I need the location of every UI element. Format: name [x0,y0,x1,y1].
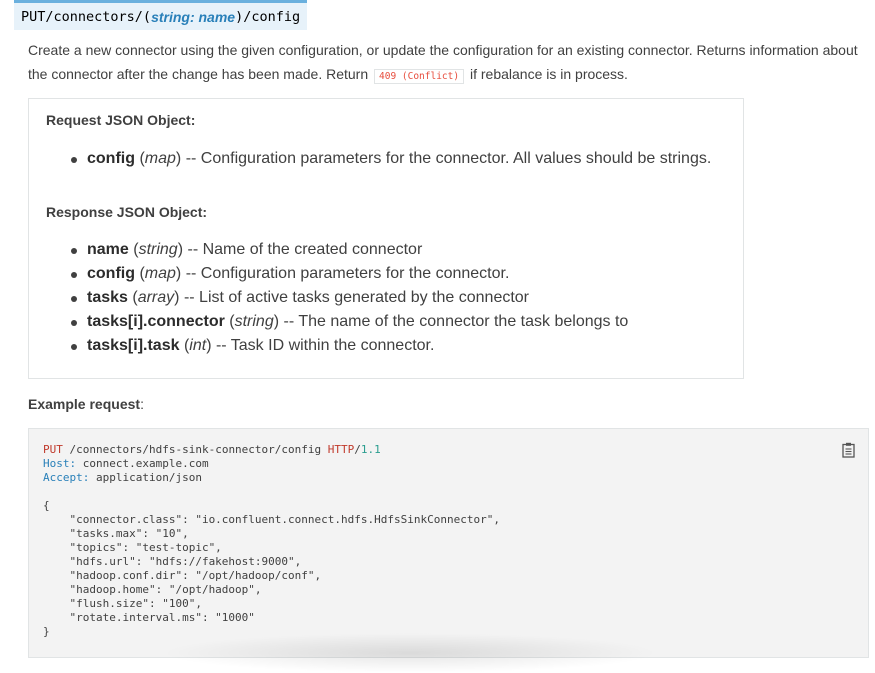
field-desc: -- Task ID within the connector. [215,337,435,354]
request-json-title: Request JSON Object: [46,112,196,128]
code-header-name: Host: [43,457,77,470]
code-line: "flush.size": "100", [43,597,202,610]
field-desc: -- The name of the connector the task be… [283,313,629,330]
example-label-colon: : [140,396,144,412]
response-field: tasks[i].task (int) -- Task ID within th… [70,334,628,358]
response-json-title: Response JSON Object: [46,204,208,220]
path-parameter: string: name [151,8,236,25]
code-close-brace: } [43,625,50,638]
field-desc: -- Configuration parameters for the conn… [185,265,510,282]
code-line: "connector.class": "io.confluent.connect… [43,513,500,526]
code-line: "rotate.interval.ms": "1000" [43,611,255,624]
example-request-label: Example request: [28,396,144,412]
overlay-shadow [160,633,660,673]
response-field-list: name (string) -- Name of the created con… [70,238,629,358]
code-line: "topics": "test-topic", [43,541,222,554]
field-type: int [189,337,207,354]
field-desc: -- Name of the created connector [187,241,423,258]
code-line: "hadoop.conf.dir": "/opt/hadoop/conf", [43,569,322,582]
code-line: "hdfs.url": "hdfs://fakehost:9000", [43,555,302,568]
response-field: config (map) -- Configuration parameters… [70,262,628,286]
code-line: "hadoop.home": "/opt/hadoop", [43,583,262,596]
code-protocol: HTTP [327,443,355,456]
field-type: string [138,241,178,258]
example-label-text: Example request [28,396,141,412]
code-line: "tasks.max": "10", [43,527,189,540]
description-text-end: if rebalance is in process. [469,66,628,82]
code-header-value: application/json [89,471,202,484]
code-open-brace: { [43,499,50,512]
field-list-box: Request JSON Object: config (map) -- Con… [28,98,744,379]
http-method: PUT [21,8,46,25]
code-http-method: PUT [43,443,63,456]
code-path: /connectors/hdfs-sink-connector/config [62,443,328,456]
field-type: map [144,150,176,167]
path-suffix: )/config [235,8,301,25]
field-type: string [234,313,274,330]
request-field: config (map) -- Configuration parameters… [70,147,712,171]
code-version: 1.1 [360,443,381,456]
field-desc: -- List of active tasks generated by the… [183,289,530,306]
field-name: config [87,150,135,167]
code-header-name: Accept: [43,471,90,484]
endpoint-description: Create a new connector using the given c… [28,38,858,89]
field-name: tasks[i].task [87,337,180,354]
response-field: tasks[i].connector (string) -- The name … [70,310,629,334]
field-name: tasks [87,289,128,306]
field-name: name [87,241,129,258]
field-type: array [137,289,175,306]
status-code-literal: 409 (Conflict) [374,69,465,84]
endpoint-signature: PUT /connectors/(string: name)/config [14,0,308,30]
code-content: PUT /connectors/hdfs-sink-connector/conf… [43,443,500,638]
field-name: config [87,265,135,282]
code-header-value: connect.example.com [76,457,209,470]
code-block[interactable]: PUT /connectors/hdfs-sink-connector/conf… [28,428,869,658]
field-name: tasks[i].connector [87,313,225,330]
field-type: map [144,265,176,282]
clipboard-icon[interactable] [840,441,856,459]
response-field: tasks (array) -- List of active tasks ge… [70,286,628,310]
request-field-list: config (map) -- Configuration parameters… [70,147,712,171]
field-desc: -- Configuration parameters for the conn… [185,150,712,167]
path-prefix: /connectors/( [45,8,152,25]
response-field: name (string) -- Name of the created con… [70,238,628,262]
